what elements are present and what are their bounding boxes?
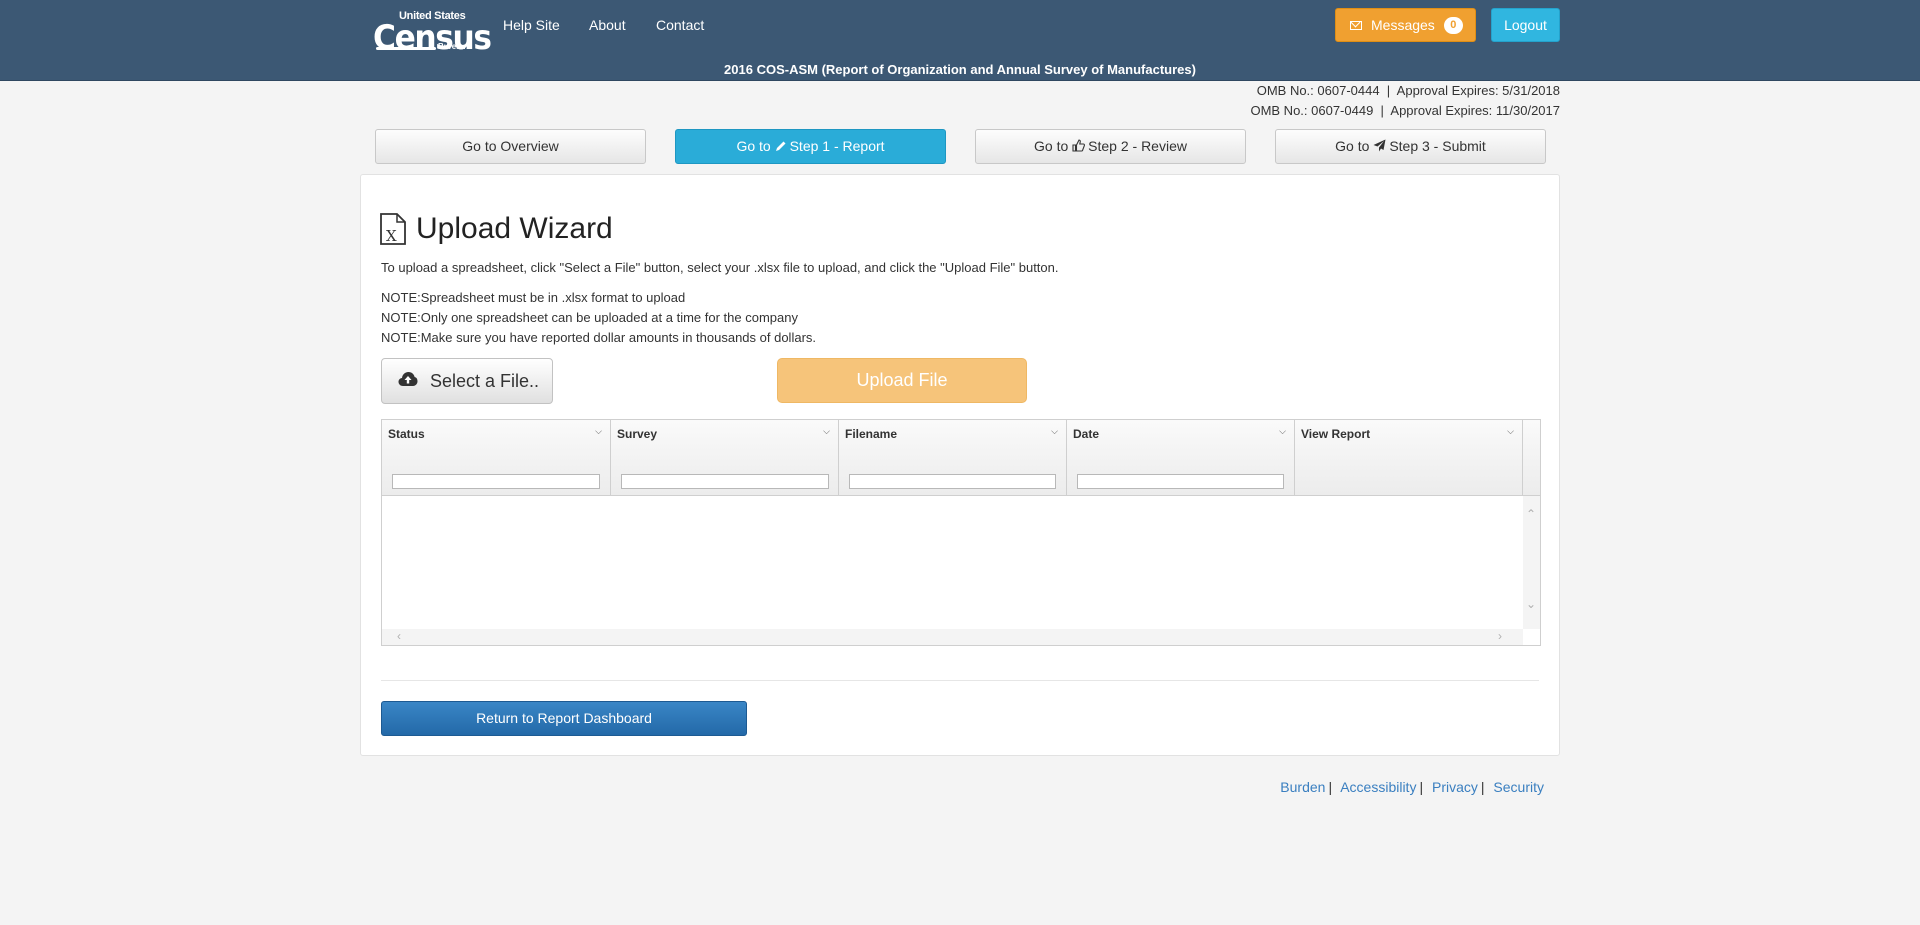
step-label: Step 3 - Submit bbox=[1389, 138, 1486, 154]
chevron-down-icon[interactable]: ⌵ bbox=[595, 426, 602, 437]
step-label: Step 2 - Review bbox=[1088, 138, 1187, 154]
select-file-label: Select a File.. bbox=[430, 370, 540, 391]
footer-separator: | bbox=[1419, 779, 1424, 795]
chevron-down-icon[interactable]: ⌵ bbox=[823, 426, 830, 437]
column-header-label: Survey bbox=[617, 427, 658, 441]
go-to-step3-button[interactable]: Go to Step 3 - Submit bbox=[1275, 129, 1546, 164]
upload-instructions: To upload a spreadsheet, click "Select a… bbox=[381, 260, 1059, 275]
divider bbox=[381, 680, 1539, 681]
omb-line-1: OMB No.: 0607-0444 | Approval Expires: 5… bbox=[1256, 83, 1560, 98]
go-to-step1-button[interactable]: Go to Step 1 - Report bbox=[675, 129, 946, 164]
footer-separator: | bbox=[1328, 779, 1333, 795]
census-logo[interactable]: United States Census Bureau bbox=[373, 9, 492, 58]
column-header-label: Status bbox=[388, 427, 425, 441]
step-label: Overview bbox=[500, 138, 559, 154]
step-prefix: Go to bbox=[1034, 138, 1069, 154]
omb-line-2: OMB No.: 0607-0449 | Approval Expires: 1… bbox=[1250, 103, 1560, 118]
excel-file-icon: X bbox=[380, 213, 406, 245]
return-to-dashboard-button[interactable]: Return to Report Dashboard bbox=[381, 701, 747, 736]
cloud-upload-icon bbox=[398, 371, 418, 392]
scroll-up-icon[interactable]: ⌃ bbox=[1526, 507, 1536, 521]
footer-link-burden[interactable]: Burden bbox=[1280, 779, 1325, 795]
survey-filter-input[interactable] bbox=[621, 474, 829, 489]
scroll-left-icon[interactable]: ‹ bbox=[397, 629, 401, 643]
go-to-step2-button[interactable]: Go to Step 2 - Review bbox=[975, 129, 1246, 164]
logo-line3: Bureau bbox=[438, 42, 466, 51]
chevron-down-icon[interactable]: ⌵ bbox=[1279, 426, 1286, 437]
wizard-heading: X Upload Wizard bbox=[380, 212, 613, 246]
nav-about[interactable]: About bbox=[589, 17, 626, 33]
messages-label: Messages bbox=[1371, 17, 1435, 33]
step-prefix: Go to bbox=[736, 138, 771, 154]
pencil-icon bbox=[775, 131, 787, 164]
thumbs-up-icon bbox=[1072, 131, 1086, 164]
messages-count-badge: 0 bbox=[1443, 16, 1463, 34]
date-filter-input[interactable] bbox=[1077, 474, 1284, 489]
column-header-label: Filename bbox=[845, 427, 898, 441]
footer-link-security[interactable]: Security bbox=[1493, 779, 1544, 795]
status-filter-input[interactable] bbox=[392, 474, 600, 489]
step-prefix: Go to bbox=[462, 138, 497, 154]
svg-text:X: X bbox=[386, 227, 397, 245]
footer-separator: | bbox=[1480, 779, 1485, 795]
column-header-label: View Report bbox=[1301, 427, 1371, 441]
column-view-report[interactable]: View Report ⌵ bbox=[1295, 420, 1523, 496]
nav-contact[interactable]: Contact bbox=[656, 17, 704, 33]
vertical-scrollbar[interactable]: ⌃ ⌄ bbox=[1523, 496, 1540, 629]
chevron-down-icon[interactable]: ⌵ bbox=[1507, 426, 1514, 437]
logo-underline bbox=[376, 47, 436, 50]
table-header: Status ⌵ Survey ⌵ Filename ⌵ Date ⌵ View… bbox=[382, 420, 1540, 496]
messages-button[interactable]: Messages 0 bbox=[1335, 8, 1476, 42]
envelope-icon bbox=[1350, 20, 1362, 30]
select-file-button[interactable]: Select a File.. bbox=[381, 358, 553, 404]
nav-help-site[interactable]: Help Site bbox=[503, 17, 560, 33]
top-navbar: United States Census Bureau Help Site Ab… bbox=[0, 0, 1920, 81]
note-thousands: NOTE:Make sure you have reported dollar … bbox=[381, 330, 817, 345]
note-format: NOTE:Spreadsheet must be in .xlsx format… bbox=[381, 290, 686, 305]
logout-button[interactable]: Logout bbox=[1491, 8, 1560, 42]
go-to-overview-button[interactable]: Go to Overview bbox=[375, 129, 646, 164]
logo-line2: Census bbox=[373, 18, 492, 58]
filename-filter-input[interactable] bbox=[849, 474, 1056, 489]
paper-plane-icon bbox=[1373, 131, 1386, 164]
scroll-down-icon[interactable]: ⌄ bbox=[1526, 597, 1536, 611]
footer-links: Burden | Accessibility | Privacy | Security bbox=[1280, 779, 1544, 795]
step-prefix: Go to bbox=[1335, 138, 1370, 154]
uploads-table: Status ⌵ Survey ⌵ Filename ⌵ Date ⌵ View… bbox=[381, 419, 1541, 646]
step-label: Step 1 - Report bbox=[789, 138, 885, 154]
footer-link-accessibility[interactable]: Accessibility bbox=[1340, 779, 1416, 795]
column-filename[interactable]: Filename ⌵ bbox=[839, 420, 1067, 496]
note-one-spreadsheet: NOTE:Only one spreadsheet can be uploade… bbox=[381, 310, 798, 325]
column-date[interactable]: Date ⌵ bbox=[1067, 420, 1295, 496]
survey-title: 2016 COS-ASM (Report of Organization and… bbox=[724, 62, 1196, 77]
footer-link-privacy[interactable]: Privacy bbox=[1432, 779, 1478, 795]
upload-file-button[interactable]: Upload File bbox=[777, 358, 1027, 403]
column-survey[interactable]: Survey ⌵ bbox=[611, 420, 839, 496]
page-title: Upload Wizard bbox=[416, 212, 613, 245]
column-header-label: Date bbox=[1073, 427, 1100, 441]
horizontal-scrollbar[interactable]: ‹ › bbox=[382, 629, 1523, 645]
scroll-right-icon[interactable]: › bbox=[1498, 629, 1502, 643]
chevron-down-icon[interactable]: ⌵ bbox=[1051, 426, 1058, 437]
column-status[interactable]: Status ⌵ bbox=[382, 420, 611, 496]
